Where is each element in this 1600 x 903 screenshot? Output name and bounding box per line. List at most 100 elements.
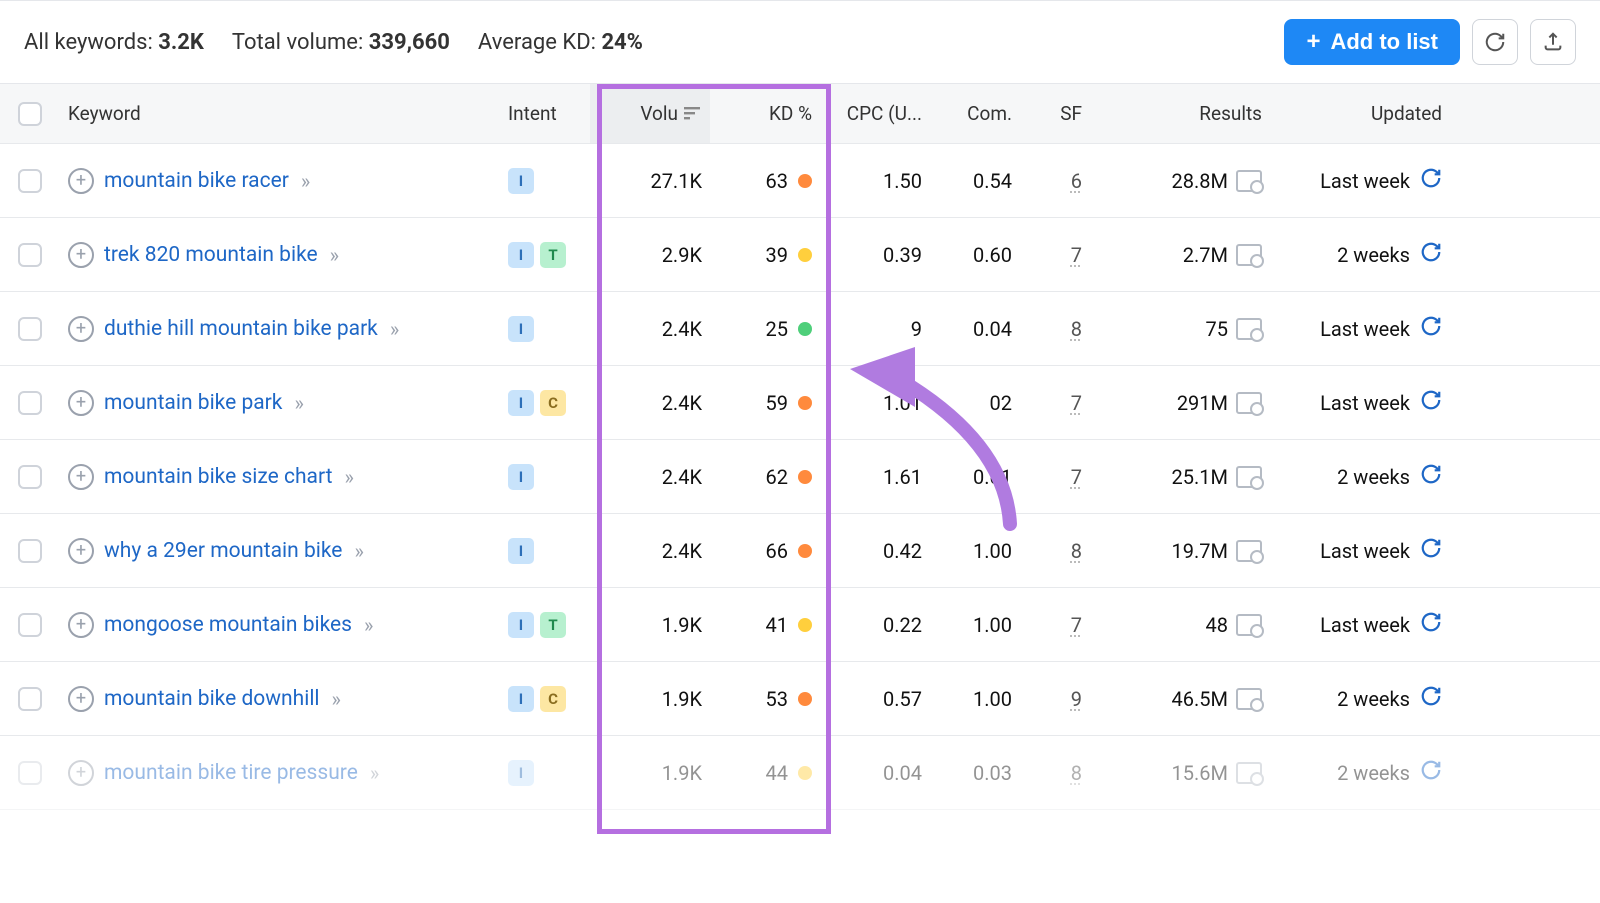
sf-value[interactable]: 8	[1071, 539, 1082, 563]
chevrons-icon[interactable]: »	[364, 613, 373, 637]
keyword-link[interactable]: mountain bike tire pressure	[104, 761, 358, 785]
sf-value[interactable]: 7	[1071, 613, 1082, 637]
col-cpc[interactable]: CPC (U...	[820, 88, 930, 139]
sf-value[interactable]: 7	[1071, 465, 1082, 489]
sf-value[interactable]: 6	[1071, 169, 1082, 193]
col-results[interactable]: Results	[1090, 88, 1270, 139]
intent-badge-i[interactable]: I	[508, 538, 534, 564]
expand-icon[interactable]: +	[68, 168, 94, 194]
intent-badge-i[interactable]: I	[508, 168, 534, 194]
col-updated[interactable]: Updated	[1270, 88, 1450, 139]
chevrons-icon[interactable]: »	[332, 687, 341, 711]
keyword-link[interactable]: duthie hill mountain bike park	[104, 317, 378, 341]
com-value: 0.54	[930, 151, 1020, 211]
add-to-list-button[interactable]: + Add to list	[1284, 19, 1460, 65]
cpc-value: 1.61	[820, 447, 930, 507]
chevrons-icon[interactable]: »	[294, 391, 303, 415]
keyword-link[interactable]: trek 820 mountain bike	[104, 243, 318, 267]
keyword-link[interactable]: mongoose mountain bikes	[104, 613, 352, 637]
col-volume[interactable]: Volu	[590, 84, 710, 143]
volume-value: 1.9K	[590, 743, 710, 803]
col-com[interactable]: Com.	[930, 88, 1020, 139]
intent-badge-i[interactable]: I	[508, 390, 534, 416]
row-checkbox[interactable]	[18, 169, 42, 193]
row-refresh-button[interactable]	[1420, 315, 1442, 342]
row-refresh-button[interactable]	[1420, 537, 1442, 564]
cpc-value: 1.01	[820, 373, 930, 433]
row-checkbox[interactable]	[18, 317, 42, 341]
keyword-link[interactable]: mountain bike size chart	[104, 465, 332, 489]
col-keyword[interactable]: Keyword	[60, 88, 500, 139]
sf-value[interactable]: 9	[1071, 687, 1082, 711]
intent-badge-i[interactable]: I	[508, 760, 534, 786]
expand-icon[interactable]: +	[68, 464, 94, 490]
intent-badge-i[interactable]: I	[508, 242, 534, 268]
keyword-link[interactable]: mountain bike racer	[104, 169, 289, 193]
intent-badge-t[interactable]: T	[540, 242, 566, 268]
serp-preview-icon[interactable]	[1236, 392, 1262, 414]
intent-cell: I	[500, 520, 590, 582]
chevrons-icon[interactable]: »	[344, 465, 353, 489]
serp-preview-icon[interactable]	[1236, 244, 1262, 266]
chevrons-icon[interactable]: »	[390, 317, 399, 341]
row-checkbox[interactable]	[18, 465, 42, 489]
row-refresh-button[interactable]	[1420, 759, 1442, 786]
intent-badge-c[interactable]: C	[540, 390, 566, 416]
row-refresh-button[interactable]	[1420, 685, 1442, 712]
serp-preview-icon[interactable]	[1236, 318, 1262, 340]
row-checkbox[interactable]	[18, 687, 42, 711]
keyword-cell: + mongoose mountain bikes »	[60, 594, 500, 656]
kd-difficulty-dot	[798, 692, 812, 706]
serp-preview-icon[interactable]	[1236, 540, 1262, 562]
serp-preview-icon[interactable]	[1236, 466, 1262, 488]
serp-preview-icon[interactable]	[1236, 688, 1262, 710]
export-button[interactable]	[1530, 19, 1576, 65]
chevrons-icon[interactable]: »	[330, 243, 339, 267]
serp-preview-icon[interactable]	[1236, 762, 1262, 784]
results-value: 75	[1206, 317, 1228, 341]
row-refresh-button[interactable]	[1420, 463, 1442, 490]
row-refresh-button[interactable]	[1420, 389, 1442, 416]
sf-value[interactable]: 7	[1071, 243, 1082, 267]
expand-icon[interactable]: +	[68, 242, 94, 268]
col-sf[interactable]: SF	[1020, 88, 1090, 139]
keyword-link[interactable]: mountain bike park	[104, 391, 282, 415]
expand-icon[interactable]: +	[68, 612, 94, 638]
expand-icon[interactable]: +	[68, 686, 94, 712]
row-checkbox[interactable]	[18, 613, 42, 637]
serp-preview-icon[interactable]	[1236, 614, 1262, 636]
kd-value: 44	[766, 761, 788, 785]
intent-badge-i[interactable]: I	[508, 612, 534, 638]
intent-badge-i[interactable]: I	[508, 686, 534, 712]
row-refresh-button[interactable]	[1420, 611, 1442, 638]
select-all-checkbox[interactable]	[18, 102, 42, 126]
intent-badge-i[interactable]: I	[508, 464, 534, 490]
row-checkbox[interactable]	[18, 391, 42, 415]
keyword-link[interactable]: why a 29er mountain bike	[104, 539, 342, 563]
col-kd[interactable]: KD %	[710, 88, 820, 139]
intent-badge-t[interactable]: T	[540, 612, 566, 638]
keyword-link[interactable]: mountain bike downhill	[104, 687, 320, 711]
summary-bar: All keywords: 3.2K Total volume: 339,660…	[0, 0, 1600, 84]
chevrons-icon[interactable]: »	[370, 761, 379, 785]
serp-preview-icon[interactable]	[1236, 170, 1262, 192]
expand-icon[interactable]: +	[68, 760, 94, 786]
row-refresh-button[interactable]	[1420, 241, 1442, 268]
total-volume-stat: Total volume: 339,660	[232, 30, 450, 55]
sf-value[interactable]: 7	[1071, 391, 1082, 415]
expand-icon[interactable]: +	[68, 316, 94, 342]
intent-badge-i[interactable]: I	[508, 316, 534, 342]
chevrons-icon[interactable]: »	[354, 539, 363, 563]
row-checkbox[interactable]	[18, 243, 42, 267]
expand-icon[interactable]: +	[68, 390, 94, 416]
expand-icon[interactable]: +	[68, 538, 94, 564]
sf-value[interactable]: 8	[1071, 317, 1082, 341]
chevrons-icon[interactable]: »	[301, 169, 310, 193]
col-intent[interactable]: Intent	[500, 88, 590, 139]
sf-value[interactable]: 8	[1071, 761, 1082, 785]
row-checkbox[interactable]	[18, 761, 42, 785]
intent-badge-c[interactable]: C	[540, 686, 566, 712]
row-checkbox[interactable]	[18, 539, 42, 563]
refresh-all-button[interactable]	[1472, 19, 1518, 65]
row-refresh-button[interactable]	[1420, 167, 1442, 194]
